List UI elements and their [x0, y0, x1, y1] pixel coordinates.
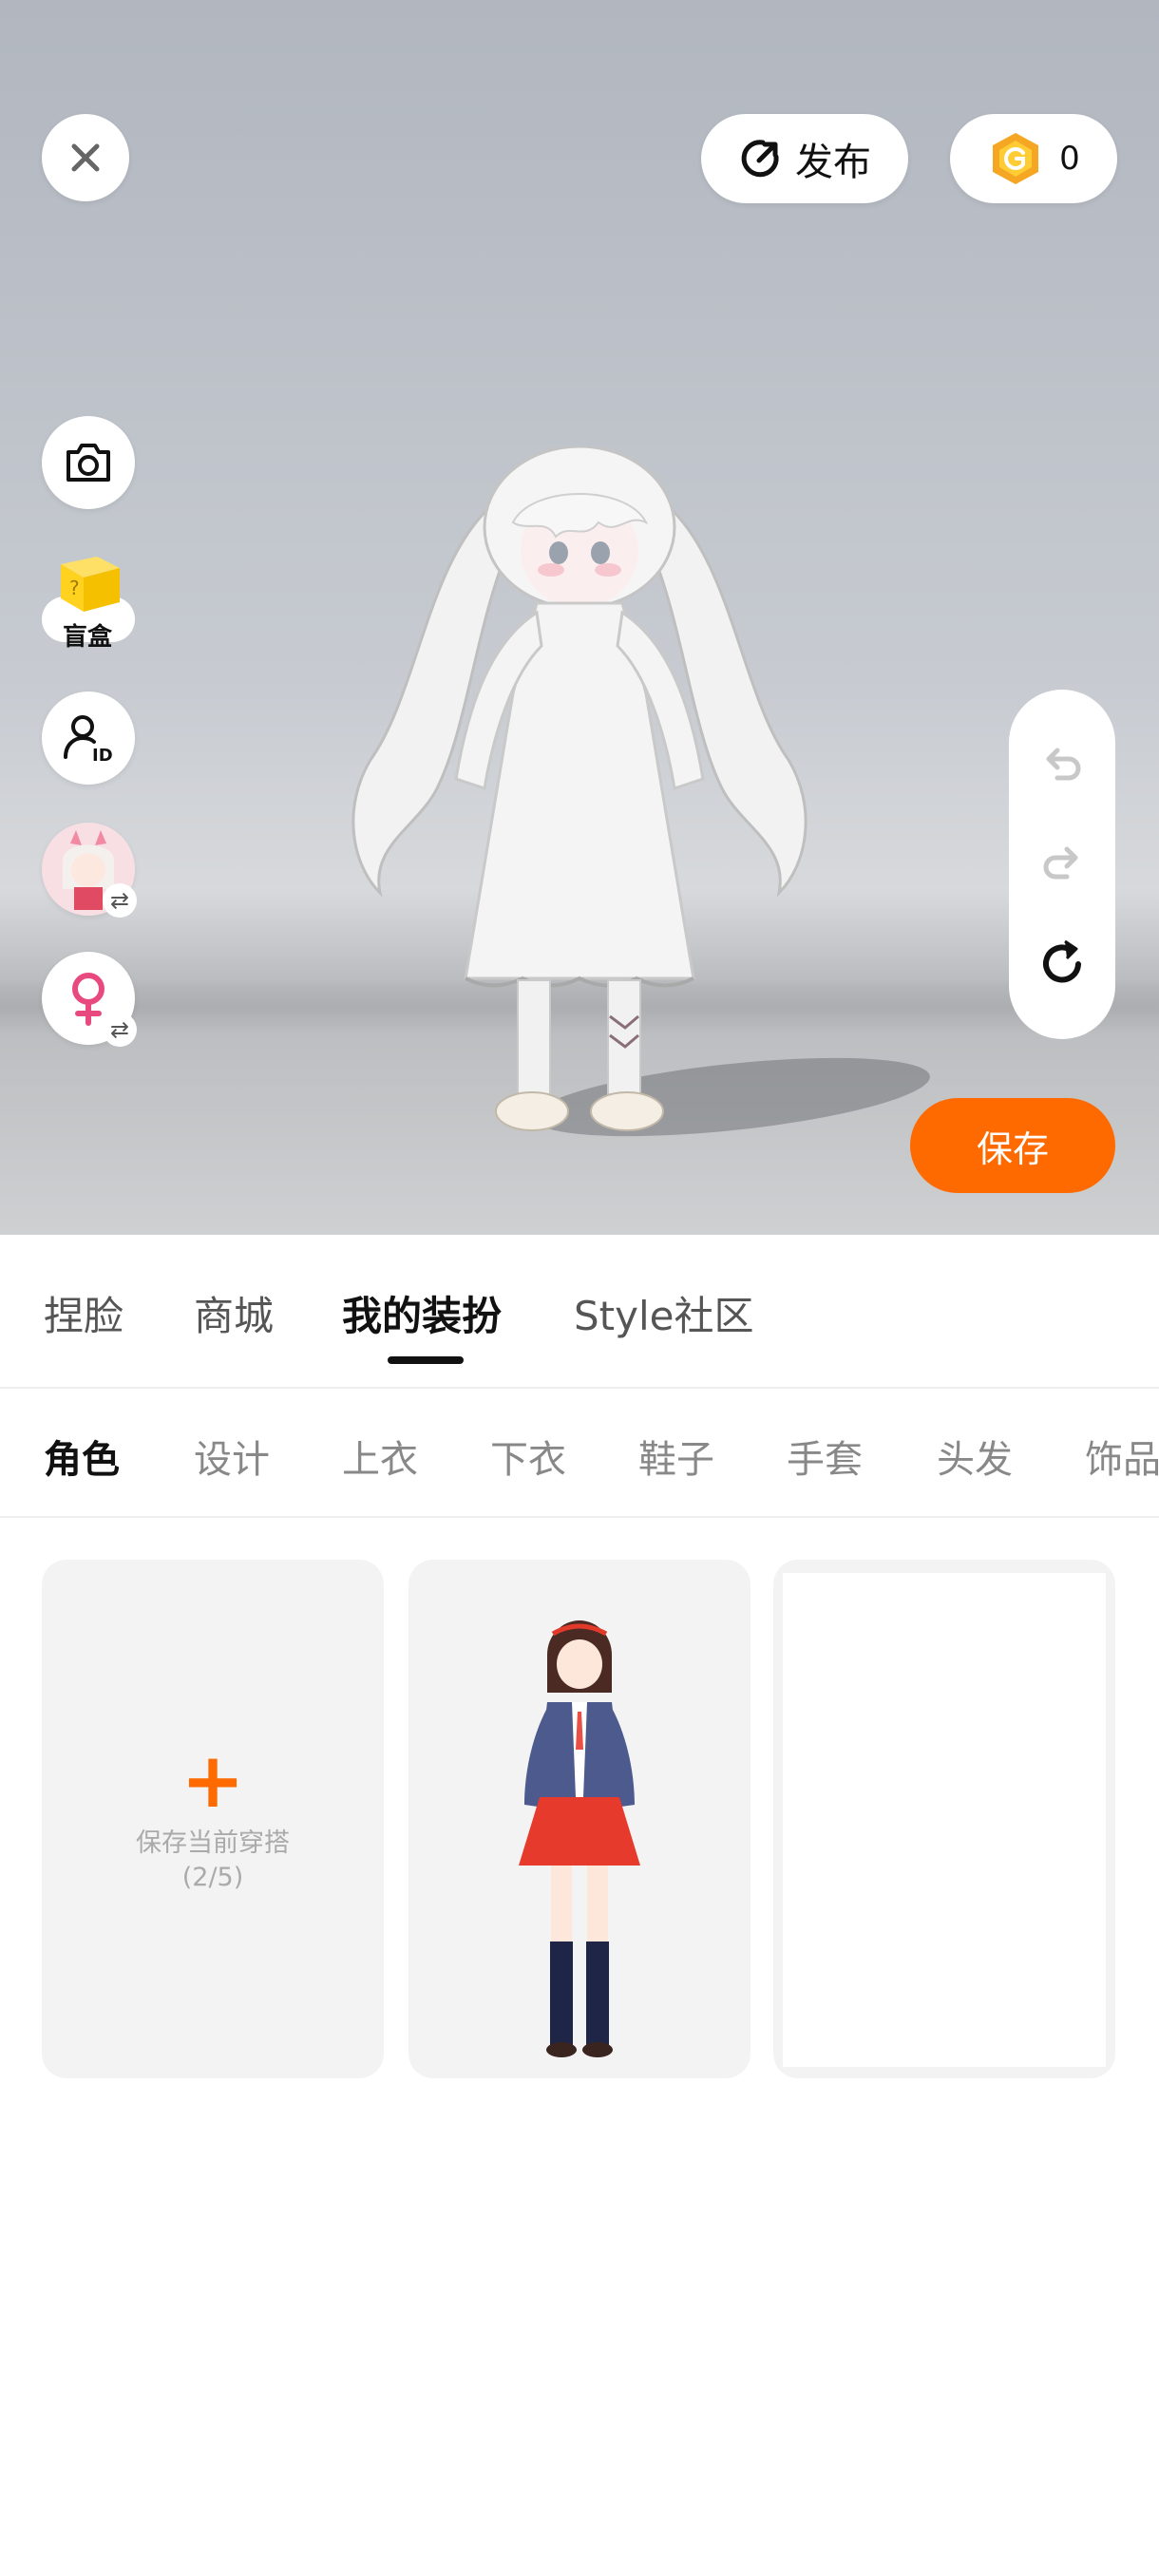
publish-arrow-icon: [741, 140, 779, 178]
category-accessories[interactable]: 饰品: [1085, 1429, 1159, 1484]
mystery-box-icon: ?: [61, 557, 120, 612]
swap-icon: ⇄: [103, 1013, 137, 1047]
category-tab-bar: 角色 设计 上衣 下衣 鞋子 手套 头发 饰品: [0, 1389, 1159, 1518]
g-coin-icon: [993, 133, 1039, 184]
publish-button[interactable]: 发布: [701, 114, 908, 203]
history-panel: [1009, 690, 1115, 1039]
category-bottom[interactable]: 下衣: [490, 1429, 566, 1484]
avatar-id-button[interactable]: ID: [42, 691, 135, 785]
coin-count: 0: [1059, 140, 1080, 178]
outfit-slot-count: (2/5): [181, 1863, 244, 1892]
tab-shop[interactable]: 商城: [194, 1284, 274, 1342]
saved-outfit-card[interactable]: [408, 1560, 750, 2078]
category-top[interactable]: 上衣: [342, 1429, 418, 1484]
reset-icon[interactable]: [1036, 938, 1088, 989]
category-character[interactable]: 角色: [44, 1429, 120, 1484]
tab-face[interactable]: 捏脸: [44, 1284, 124, 1342]
category-hair[interactable]: 头发: [937, 1429, 1013, 1484]
camera-button[interactable]: [42, 416, 135, 509]
save-current-outfit-card[interactable]: + 保存当前穿搭 (2/5): [42, 1560, 384, 2078]
save-outfit-label: 保存当前穿搭: [136, 1828, 290, 1858]
avatar-stage[interactable]: 发布 0 ? 盲盒 ID ⇄ ⇄ 保存: [0, 0, 1159, 1235]
plus-icon: +: [180, 1736, 245, 1825]
female-icon: [72, 973, 104, 1026]
swap-icon: ⇄: [103, 883, 137, 918]
close-button[interactable]: [42, 114, 129, 201]
save-button[interactable]: 保存: [910, 1098, 1115, 1193]
active-tab-indicator: [388, 1356, 464, 1364]
publish-label: 发布: [795, 141, 871, 184]
outfit-thumbnail: [519, 1620, 640, 2057]
main-tab-bar: 捏脸 商城 我的装扮 Style社区: [0, 1235, 1159, 1389]
svg-text:?: ?: [69, 577, 80, 599]
close-icon: [71, 143, 100, 172]
avatar-character[interactable]: [314, 446, 846, 1178]
tab-style-community[interactable]: Style社区: [574, 1284, 754, 1342]
svg-text:ID: ID: [92, 746, 113, 766]
blindbox-button[interactable]: ? 盲盒: [42, 549, 135, 659]
empty-outfit-slot[interactable]: [773, 1560, 1115, 2078]
tab-my-outfits[interactable]: 我的装扮: [342, 1284, 502, 1342]
coin-balance[interactable]: 0: [950, 114, 1117, 203]
category-gloves[interactable]: 手套: [787, 1429, 863, 1484]
switch-character-button[interactable]: ⇄: [42, 823, 137, 918]
redo-icon[interactable]: [1038, 839, 1086, 886]
blindbox-label: 盲盒: [63, 623, 113, 652]
undo-icon[interactable]: [1038, 740, 1086, 787]
gender-button[interactable]: ⇄: [42, 952, 137, 1047]
camera-icon: [66, 444, 110, 482]
category-shoes[interactable]: 鞋子: [638, 1429, 714, 1484]
category-design[interactable]: 设计: [194, 1429, 270, 1484]
empty-outfit-placeholder: [783, 1573, 1106, 2067]
user-id-icon: ID: [64, 715, 113, 766]
